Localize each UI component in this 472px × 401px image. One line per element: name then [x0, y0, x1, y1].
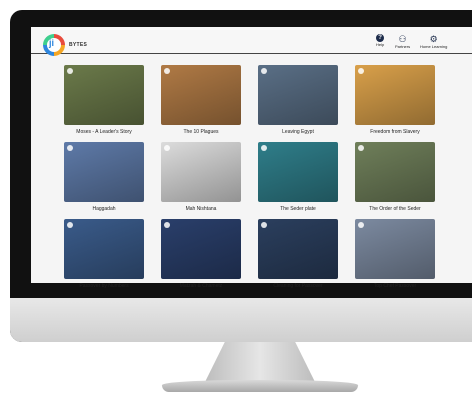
lesson-title: Freedom from Slavery: [370, 129, 420, 135]
lesson-card[interactable]: Cleaning for Passover: [258, 219, 338, 290]
lesson-card[interactable]: Matzah & Chametz: [161, 219, 241, 290]
monitor-stand: [205, 342, 315, 382]
lesson-thumbnail: [161, 142, 241, 202]
lesson-card[interactable]: Mah Nishtana: [161, 142, 241, 213]
lesson-card[interactable]: Freedom from Slavery: [355, 65, 435, 136]
ji-logo-icon[interactable]: ji: [43, 34, 65, 56]
app-screen: ji BYTES ? Help ⚇ Partners ⚙ Home Learni…: [31, 27, 472, 289]
lesson-card[interactable]: Passover by Numbers: [64, 219, 144, 290]
lesson-thumbnail: [161, 219, 241, 279]
lesson-card[interactable]: The Seder plate: [258, 142, 338, 213]
lesson-title: Top Chef Passover: [373, 283, 417, 289]
nav-home-learning-label: Home Learning: [420, 44, 448, 49]
nav-partners-label: Partners: [395, 44, 411, 49]
logo-letter: ji: [49, 38, 55, 48]
nav-help[interactable]: ? Help: [376, 34, 384, 47]
monitor-chin: [10, 298, 472, 342]
ji-watermark-icon: [67, 145, 73, 151]
lesson-title: The 10 Plagues: [183, 129, 219, 135]
lesson-grid: Moses - A Leader's Story The 10 Plagues …: [64, 65, 435, 290]
ji-watermark-icon: [261, 222, 267, 228]
lesson-title: Matzah & Chametz: [179, 283, 223, 289]
lesson-title: The Order of the Seder: [369, 206, 421, 212]
lesson-thumbnail: [64, 219, 144, 279]
help-icon: ?: [376, 34, 385, 42]
lesson-thumbnail: [355, 142, 435, 202]
brand-name: BYTES: [69, 42, 88, 48]
nav-partners[interactable]: ⚇ Partners: [395, 33, 411, 50]
lesson-card[interactable]: The Order of the Seder: [355, 142, 435, 213]
lesson-title: Leaving Egypt: [282, 129, 314, 135]
lesson-title: Haggadah: [92, 206, 116, 212]
lesson-card[interactable]: Leaving Egypt: [258, 65, 338, 136]
partners-icon: ⚇: [398, 33, 407, 44]
lesson-thumbnail: [258, 219, 338, 279]
lesson-thumbnail: [64, 142, 144, 202]
ji-watermark-icon: [67, 68, 73, 74]
ji-watermark-icon: [67, 222, 73, 228]
lesson-title: Passover by Numbers: [79, 283, 129, 289]
lesson-title: The Seder plate: [280, 206, 316, 212]
lesson-card[interactable]: Top Chef Passover: [355, 219, 435, 290]
app-header: ji BYTES ? Help ⚇ Partners ⚙ Home Learni…: [31, 27, 472, 56]
lesson-title: Mah Nishtana: [185, 206, 217, 212]
ji-watermark-icon: [164, 68, 170, 74]
ji-watermark-icon: [358, 145, 364, 151]
lesson-thumbnail: [258, 65, 338, 125]
nav-home-learning[interactable]: ⚙ Home Learning: [420, 33, 448, 50]
ji-watermark-icon: [261, 68, 267, 74]
lesson-card[interactable]: Moses - A Leader's Story: [64, 65, 144, 136]
lesson-card[interactable]: Haggadah: [64, 142, 144, 213]
ji-watermark-icon: [164, 145, 170, 151]
ji-watermark-icon: [358, 68, 364, 74]
lesson-thumbnail: [64, 65, 144, 125]
home-learning-icon: ⚙: [429, 33, 438, 44]
ji-watermark-icon: [261, 145, 267, 151]
lesson-thumbnail: [258, 142, 338, 202]
lesson-thumbnail: [355, 65, 435, 125]
monitor-base: [162, 380, 358, 392]
lesson-thumbnail: [161, 65, 241, 125]
ji-watermark-icon: [358, 222, 364, 228]
lesson-thumbnail: [355, 219, 435, 279]
lesson-title: Moses - A Leader's Story: [76, 129, 132, 135]
nav-help-label: Help: [376, 42, 385, 47]
lesson-title: Cleaning for Passover: [273, 283, 323, 289]
lesson-card[interactable]: The 10 Plagues: [161, 65, 241, 136]
ji-watermark-icon: [164, 222, 170, 228]
